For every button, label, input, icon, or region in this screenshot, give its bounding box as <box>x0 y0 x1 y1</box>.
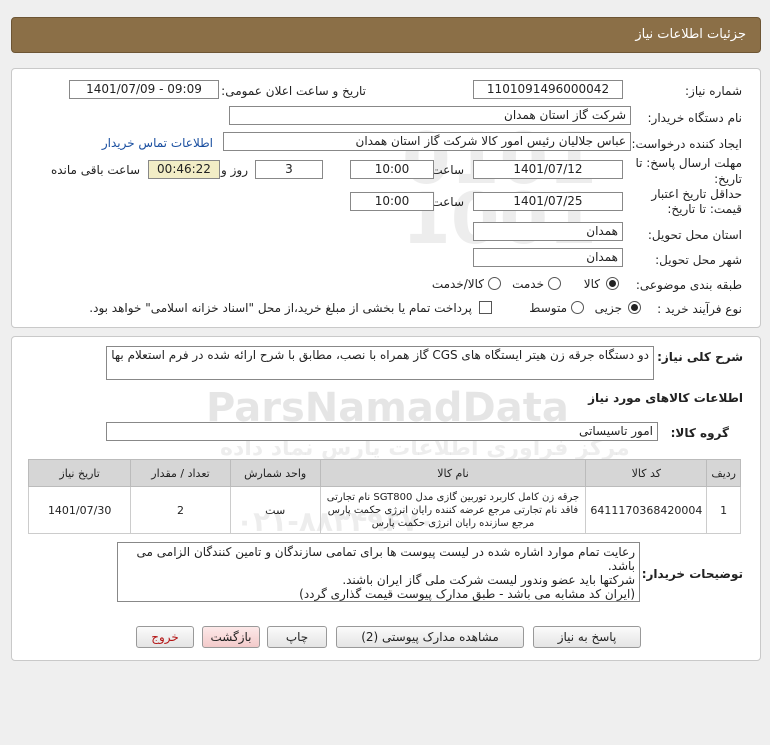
province-field: همدان <box>473 222 623 241</box>
col-unit: واحد شمارش <box>229 459 321 487</box>
days-label: روز و <box>221 163 248 177</box>
cell-date: 1401/07/30 <box>27 486 132 534</box>
buyer-note-1: رعایت تمام موارد اشاره شده در لیست پیوست… <box>136 545 635 573</box>
goods-table: ردیف کد کالا نام کالا واحد شمارش تعداد /… <box>27 459 741 534</box>
description-label: شرح کلی نیاز: <box>657 350 743 364</box>
city-field: همدان <box>473 248 623 267</box>
reply-date-field: 1401/07/12 <box>473 160 623 179</box>
category-service-label: خدمت <box>512 277 544 291</box>
view-attachments-button[interactable]: مشاهده مدارک پیوستی (2) <box>336 626 524 648</box>
reply-time-field: 10:00 <box>350 160 434 179</box>
cell-code: 6411170368420004 <box>585 486 708 534</box>
print-button[interactable]: چاپ <box>267 626 327 648</box>
city-label: شهر محل تحویل: <box>655 253 742 267</box>
announce-label: تاریخ و ساعت اعلان عمومی: <box>221 84 366 98</box>
contact-buyer-link[interactable]: اطلاعات تماس خریدار <box>102 136 213 150</box>
process-medium-radio[interactable] <box>571 301 584 314</box>
validity-date-field: 1401/07/25 <box>473 192 623 211</box>
cell-row: 1 <box>706 486 741 534</box>
category-service-radio[interactable] <box>548 277 561 290</box>
days-field: 3 <box>255 160 323 179</box>
col-row: ردیف <box>706 459 741 487</box>
province-label: استان محل تحویل: <box>647 228 742 242</box>
validity-time-field: 10:00 <box>350 192 434 211</box>
reply-time-label: ساعت <box>431 163 464 177</box>
cell-name: جرقه زن کامل کاربرد توربین گازی مدل SGT8… <box>319 486 587 534</box>
col-qty: تعداد / مقدار <box>130 459 231 487</box>
process-partial-radio[interactable] <box>628 301 641 314</box>
category-goods-label: کالا <box>583 277 600 291</box>
category-goods-radio[interactable] <box>606 277 619 290</box>
title-bar: جزئیات اطلاعات نیاز <box>11 17 761 53</box>
cell-qty: 2 <box>130 486 231 534</box>
page-title: جزئیات اطلاعات نیاز <box>635 27 746 42</box>
validity-time-label: ساعت <box>431 195 464 209</box>
creator-field: عباس جلالیان رئیس امور کالا شرکت گاز است… <box>223 132 631 151</box>
treasury-payment-note: پرداخت تمام یا بخشی از مبلغ خرید،از محل … <box>89 301 472 315</box>
reply-button[interactable]: پاسخ به نیاز <box>533 626 641 648</box>
exit-button[interactable]: خروج <box>136 626 194 648</box>
category-both-label: کالا/خدمت <box>431 277 484 291</box>
remaining-time-field: 00:46:22 <box>148 160 220 179</box>
category-label: طبقه بندی موضوعی: <box>635 278 742 292</box>
goods-group-label: گروه کالا: <box>670 426 729 440</box>
announce-field: 1401/07/09 - 09:09 <box>69 80 219 99</box>
need-no-field: 1101091496000042 <box>473 80 623 99</box>
remaining-label: ساعت باقی مانده <box>50 163 140 177</box>
reply-deadline-label: مهلت ارسال پاسخ: تا تاریخ: <box>635 156 742 186</box>
validity-label-2: قیمت: تا تاریخ: <box>667 202 742 216</box>
col-name: نام کالا <box>319 459 587 487</box>
cell-unit: ست <box>229 486 321 534</box>
col-code: کد کالا <box>585 459 708 487</box>
category-both-radio[interactable] <box>488 277 501 290</box>
buyer-note-2: شرکتها باید عضو وندور لیست شرکت ملی گاز … <box>342 573 635 587</box>
buyer-notes-label: توضیحات خریدار: <box>641 567 743 581</box>
goods-group-field: امور تاسیساتی <box>106 422 658 441</box>
validity-label-1: حداقل تاریخ اعتبار <box>651 187 742 201</box>
back-button[interactable]: بازگشت <box>202 626 260 648</box>
col-date: تاریخ نیاز <box>27 459 132 487</box>
description-field: دو دستگاه جرقه زن هیتر ایستگاه های CGS گ… <box>106 346 654 380</box>
buyer-note-3: (ایران کد مشابه می باشد - طبق مدارک پیوس… <box>299 587 635 601</box>
process-type-label: نوع فرآیند خرید : <box>657 302 742 316</box>
goods-info-title: اطلاعات کالاهای مورد نیاز <box>588 391 743 405</box>
process-partial-label: جزیی <box>594 301 622 315</box>
buyer-label: نام دستگاه خریدار: <box>647 111 743 125</box>
creator-label: ایجاد کننده درخواست: <box>631 137 742 151</box>
buyer-notes-field: رعایت تمام موارد اشاره شده در لیست پیوست… <box>117 542 640 602</box>
buyer-field: شرکت گاز استان همدان <box>229 106 631 125</box>
table-row: 1 6411170368420004 جرقه زن کامل کاربرد ت… <box>27 486 741 534</box>
process-medium-label: متوسط <box>529 301 567 315</box>
need-no-label: شماره نیاز: <box>685 84 742 98</box>
treasury-payment-checkbox[interactable] <box>479 301 492 314</box>
